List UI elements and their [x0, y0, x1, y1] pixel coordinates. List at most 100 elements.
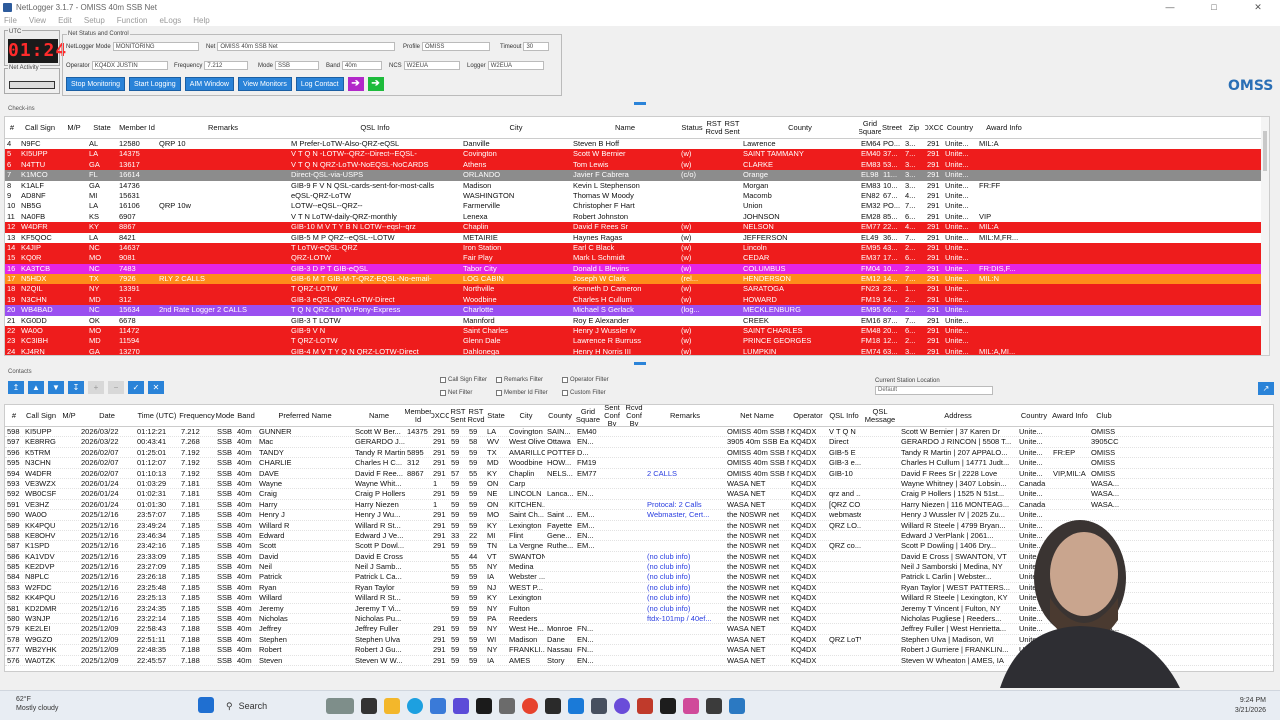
contacts-col-header[interactable]: Remarks [645, 405, 725, 426]
contacts-col-header[interactable]: Frequency [179, 405, 215, 426]
checkin-row[interactable]: 4 N9FC AL 12580 QRP 10 M Prefer-LoTW-Also-QRZ… [5, 139, 1269, 149]
contact-row[interactable]: 593 VE3WZX 2026/01/24 01:03:29 7.181 SSB 40m Wa… [5, 479, 1273, 490]
app-icon-5[interactable] [614, 698, 630, 714]
checkins-col-header[interactable]: QSL Info [289, 117, 461, 138]
timeout-input[interactable]: 30 [523, 42, 550, 51]
checkin-row[interactable]: 17 N5HDX TX 7926 RLY 2 CALLS GIB-6 M T GIB-M-… [5, 274, 1269, 285]
app-icon-6[interactable] [637, 698, 653, 714]
add-icon[interactable]: + [88, 381, 104, 394]
terminal-icon[interactable] [476, 698, 492, 714]
contacts-col-header[interactable]: Member Id [405, 405, 431, 426]
checkins-col-header[interactable]: Street [881, 117, 903, 138]
contacts-col-header[interactable]: Time (UTC) [135, 405, 179, 426]
move-bottom-icon[interactable]: ↧ [68, 381, 84, 394]
splitter-handle-bottom[interactable] [634, 362, 646, 365]
checkin-row[interactable]: 11 NA0FB KS 6907 V T N LoTW-daily-QRZ-monthl… [5, 212, 1269, 222]
contacts-col-header[interactable]: Grid Square [575, 405, 601, 426]
close-icon[interactable]: ✕ [1236, 2, 1280, 13]
contacts-col-header[interactable]: Preferred Name [257, 405, 353, 426]
cancel-icon[interactable]: ✕ [148, 381, 164, 394]
contacts-col-header[interactable]: City [507, 405, 545, 426]
widget-app-icon[interactable] [326, 698, 354, 714]
checkin-row[interactable]: 6 N4TTU GA 13617 V T Q N QRZ-LoTW-NoEQSL-NoC… [5, 159, 1269, 171]
export-icon[interactable]: ↗ [1258, 382, 1274, 395]
checkin-row[interactable]: 7 K1MCO FL 16614 Direct-QSL-via-USPS ORLANDO J… [5, 170, 1269, 181]
checkins-col-header[interactable]: Status [679, 117, 705, 138]
contacts-col-header[interactable]: Call Sign [23, 405, 59, 426]
contacts-col-header[interactable]: Mode [215, 405, 235, 426]
checkins-col-header[interactable]: DXCC [925, 117, 943, 138]
checkin-row[interactable]: 12 W4DFR KY 8867 GIB-10 M V T Y B N LOTW--eq… [5, 222, 1269, 233]
checkins-col-header[interactable]: Zip [903, 117, 925, 138]
chrome-icon[interactable] [522, 698, 538, 714]
contacts-col-header[interactable]: State [485, 405, 507, 426]
contacts-col-header[interactable]: County [545, 405, 575, 426]
contacts-col-header[interactable]: Operator [789, 405, 827, 426]
checkins-col-header[interactable]: RST Sent [723, 117, 741, 138]
net-select[interactable]: OMISS 40m SSB Net [217, 42, 396, 51]
taskbar-search[interactable]: ⚲ Search [226, 697, 318, 715]
contacts-col-header[interactable]: Sent Conf By [601, 405, 623, 426]
contact-row[interactable]: 594 W4DFR 2026/02/07 01:10:13 7.192 SSB 40m DAV… [5, 469, 1273, 479]
contacts-col-header[interactable]: Address [899, 405, 1017, 426]
frequency-input[interactable]: 7.212 [204, 61, 249, 70]
checkin-row[interactable]: 14 K4JIP NC 14637 T LoTW-eQSL-QRZ Iron Statio… [5, 242, 1269, 254]
app-icon-4[interactable] [591, 698, 607, 714]
aim-window-button[interactable]: AIM Window [184, 77, 234, 91]
contact-row[interactable]: 596 K5TRM 2026/02/07 01:25:01 7.192 SSB 40m TAN… [5, 448, 1273, 459]
contacts-col-header[interactable]: RST Sent [449, 405, 467, 426]
remove-icon[interactable]: − [108, 381, 124, 394]
app-icon-1[interactable] [499, 698, 515, 714]
log-contact-button[interactable]: Log Contact [295, 77, 344, 91]
checkins-col-header[interactable]: Grid Square [859, 117, 881, 138]
app-icon-10[interactable] [729, 698, 745, 714]
contacts-col-header[interactable]: DXCC [431, 405, 449, 426]
operator-input[interactable]: KQ4DX JUSTIN [91, 61, 168, 70]
contact-row[interactable]: 597 KE8RRG 2026/03/22 00:43:41 7.268 SSB 40m Ma… [5, 437, 1273, 448]
menu-setup[interactable]: Setup [84, 16, 105, 25]
stop-monitoring-button[interactable]: Stop Monitoring [66, 77, 126, 91]
view-monitors-button[interactable]: View Monitors [237, 77, 292, 91]
checkin-row[interactable]: 5 KI5UPP LA 14375 V T Q N -LOTW--QRZ--Direct… [5, 149, 1269, 160]
minimize-icon[interactable]: — [1148, 2, 1192, 13]
checkin-row[interactable]: 8 K1ALF GA 14736 GIB-9 F V N QSL-cards-sent-… [5, 181, 1269, 191]
checkin-row[interactable]: 9 AD8NF MI 15631 eQSL-QRZ-LoTW WASHINGTON Thom… [5, 191, 1269, 201]
net-filter-checkbox[interactable]: Net Filter [440, 390, 472, 396]
current-station-select[interactable]: Default [875, 386, 993, 395]
menu-function[interactable]: Function [117, 16, 148, 25]
app-icon-2[interactable] [545, 698, 561, 714]
store-icon[interactable] [430, 698, 446, 714]
checkin-row[interactable]: 19 N3CHN MD 312 GIB-3 eQSL-QRZ-LoTW-Direct Wo… [5, 294, 1269, 306]
checkins-col-header[interactable]: Remarks [157, 117, 289, 138]
system-tray-clock[interactable]: 9:24 PM 3/21/2026 [1235, 696, 1266, 716]
checkin-row[interactable]: 23 KC3IBH MD 11594 T QRZ-LOTW Glenn Dale Lawre… [5, 336, 1269, 347]
checkin-row[interactable]: 15 KQ0R MO 9081 QRZ-LOTW Fair Play Mark L Schm… [5, 253, 1269, 264]
callsign-filter-checkbox[interactable]: Call Sign Filter [440, 377, 487, 383]
checkin-row[interactable]: 20 WB4BAD NC 15634 2nd Rate Logger 2 CALLS T … [5, 305, 1269, 316]
checkins-col-header[interactable]: # [5, 117, 19, 138]
checkin-row[interactable]: 16 KA3TCB NC 7483 GIB-3 D P T GIB-eQSL Tabor … [5, 263, 1269, 275]
checkin-row[interactable]: 10 NB5G LA 16106 QRP 10w LOTW--eQSL--QRZ-- Far… [5, 201, 1269, 211]
band-select[interactable]: 40m [342, 61, 383, 70]
contacts-col-header[interactable]: Name [353, 405, 405, 426]
contact-row[interactable]: 592 WB0CSF 2026/01/24 01:02:31 7.181 SSB 40m Cr… [5, 489, 1273, 500]
move-up-icon[interactable]: ▲ [28, 381, 44, 394]
contacts-col-header[interactable]: QSL Info [827, 405, 861, 426]
checkins-col-header[interactable]: City [461, 117, 571, 138]
checkins-col-header[interactable]: Call Sign [19, 117, 61, 138]
move-down-icon[interactable]: ▼ [48, 381, 64, 394]
contacts-col-header[interactable]: RST Rcvd [467, 405, 485, 426]
arrow-right-green-icon[interactable]: ➔ [367, 77, 384, 91]
checkins-col-header[interactable]: Name [571, 117, 679, 138]
contacts-col-header[interactable]: Award Info [1051, 405, 1089, 426]
app-icon-7[interactable] [660, 698, 676, 714]
contacts-col-header[interactable]: Rcvd Conf By [623, 405, 645, 426]
profile-select[interactable]: OMISS [422, 42, 491, 51]
contacts-col-header[interactable]: Net Name [725, 405, 789, 426]
contacts-col-header[interactable]: Date [79, 405, 135, 426]
logger-input[interactable]: W2EUA [487, 61, 544, 70]
menu-file[interactable]: File [4, 16, 17, 25]
contacts-col-header[interactable]: # [5, 405, 23, 426]
memberid-filter-checkbox[interactable]: Member Id Filter [496, 390, 548, 396]
menu-view[interactable]: View [29, 16, 46, 25]
